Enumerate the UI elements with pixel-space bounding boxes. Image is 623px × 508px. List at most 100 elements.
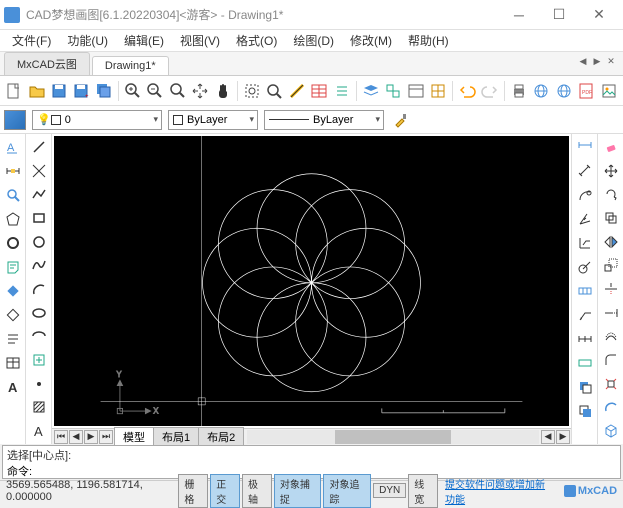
zoom-extents-button[interactable] [264, 79, 284, 103]
ellipse-arc-button[interactable] [28, 326, 50, 348]
zoom-out-button[interactable] [145, 79, 165, 103]
layout-tab-1[interactable]: 布局1 [153, 427, 199, 447]
polygon-tool-button[interactable] [2, 208, 24, 230]
pdf-button[interactable]: PDF [576, 79, 596, 103]
hscroll-left-button[interactable]: ◀ [541, 430, 555, 444]
status-ortho[interactable]: 正交 [210, 474, 240, 508]
copy-button[interactable] [600, 207, 622, 229]
move-button[interactable] [600, 160, 622, 182]
status-polar[interactable]: 极轴 [242, 474, 272, 508]
polyline-tool-button[interactable] [28, 183, 50, 205]
eraser-button[interactable] [600, 136, 622, 158]
circle-bold-button[interactable] [2, 232, 24, 254]
layer-swatch-icon[interactable] [4, 110, 26, 130]
grid-button[interactable] [428, 79, 448, 103]
match-properties-button[interactable] [390, 109, 412, 131]
canvas[interactable]: Y X [54, 136, 569, 426]
properties-button[interactable] [405, 79, 425, 103]
status-osnap[interactable]: 对象捕捉 [274, 474, 322, 508]
line-tool-button[interactable] [28, 136, 50, 158]
close-button[interactable]: ✕ [579, 0, 619, 30]
save-button[interactable] [49, 79, 69, 103]
new-file-button[interactable] [4, 79, 24, 103]
tab-prev-icon[interactable]: ◀ [577, 55, 589, 67]
mtext-tool-button[interactable]: A [28, 420, 50, 442]
trim-button[interactable] [600, 278, 622, 300]
menu-help[interactable]: 帮助(H) [400, 30, 457, 51]
menu-view[interactable]: 视图(V) [172, 30, 228, 51]
point-tool-button[interactable] [28, 373, 50, 395]
text-style-button[interactable]: A [2, 136, 24, 158]
layout-next-button[interactable]: ▶ [84, 430, 98, 444]
find-button[interactable] [2, 184, 24, 206]
maximize-button[interactable]: ☐ [539, 0, 579, 30]
menu-edit[interactable]: 编辑(E) [116, 30, 172, 51]
table2-button[interactable] [2, 352, 24, 374]
hatch-tool-button[interactable] [28, 397, 50, 419]
tab-close-icon[interactable]: ✕ [605, 55, 617, 67]
undo-button[interactable] [457, 79, 477, 103]
zoom-fit-button[interactable] [168, 79, 188, 103]
layer-combo[interactable]: 💡 0 [32, 110, 162, 130]
status-grid[interactable]: 栅格 [178, 474, 208, 508]
linetype-combo[interactable]: ByLayer [264, 110, 384, 130]
circle-tool-button[interactable] [28, 231, 50, 253]
menu-function[interactable]: 功能(U) [59, 30, 116, 51]
layout-tab-model[interactable]: 模型 [114, 427, 154, 447]
zoom-in-button[interactable] [123, 79, 143, 103]
construction-line-button[interactable] [28, 160, 50, 182]
offset-button[interactable] [600, 326, 622, 348]
3d-view-button[interactable] [600, 420, 622, 442]
diamond-outline-button[interactable] [2, 304, 24, 326]
layout-first-button[interactable]: ⏮ [54, 430, 68, 444]
feedback-link[interactable]: 提交软件问题或增加新功能 [440, 475, 557, 507]
dim-continue-button[interactable] [574, 328, 596, 350]
fillet-button[interactable] [600, 349, 622, 371]
h-scrollbar[interactable] [247, 430, 539, 444]
dim-tolerance-button[interactable] [574, 280, 596, 302]
dim-angular-button[interactable] [574, 208, 596, 230]
rotate-button[interactable] [600, 183, 622, 205]
redo-button[interactable] [480, 79, 500, 103]
web2-button[interactable] [554, 79, 574, 103]
spline-tool-button[interactable] [28, 254, 50, 276]
table-button[interactable] [309, 79, 329, 103]
dimension-button[interactable] [2, 160, 24, 182]
rectangle-tool-button[interactable] [28, 207, 50, 229]
tab-mxcad-cloud[interactable]: MxCAD云图 [4, 52, 90, 75]
save-all-button[interactable] [94, 79, 114, 103]
dim-linear-button[interactable] [574, 136, 596, 158]
single-text-button[interactable]: A [2, 376, 24, 398]
measure-button[interactable] [287, 79, 307, 103]
explode-button[interactable] [600, 373, 622, 395]
send-back-button[interactable] [574, 376, 596, 398]
hscroll-right-button[interactable]: ▶ [556, 430, 570, 444]
mirror-button[interactable] [600, 231, 622, 253]
layer-button[interactable] [361, 79, 381, 103]
style-note-button[interactable] [2, 256, 24, 278]
layout-prev-button[interactable]: ◀ [69, 430, 83, 444]
web-button[interactable] [531, 79, 551, 103]
dim-radius-button[interactable] [574, 256, 596, 278]
bring-front-button[interactable] [574, 400, 596, 422]
layout-last-button[interactable]: ⏭ [99, 430, 113, 444]
menu-modify[interactable]: 修改(M) [342, 30, 400, 51]
menu-file[interactable]: 文件(F) [4, 30, 59, 51]
minimize-button[interactable]: ─ [499, 0, 539, 30]
leader-button[interactable] [574, 304, 596, 326]
menu-draw[interactable]: 绘图(D) [285, 30, 342, 51]
ellipse-tool-button[interactable] [28, 302, 50, 324]
status-otrack[interactable]: 对象追踪 [323, 474, 371, 508]
list-button[interactable] [331, 79, 351, 103]
tab-drawing1[interactable]: Drawing1* [92, 56, 169, 75]
scale-button[interactable] [600, 254, 622, 276]
arc-tool-button[interactable] [28, 278, 50, 300]
block-button[interactable] [383, 79, 403, 103]
dim-aligned-button[interactable] [574, 160, 596, 182]
status-dyn[interactable]: DYN [373, 483, 406, 498]
image-button[interactable] [598, 79, 618, 103]
dim-ordinate-button[interactable] [574, 232, 596, 254]
layout-tab-2[interactable]: 布局2 [198, 427, 244, 447]
diamond-fill-button[interactable] [2, 280, 24, 302]
tab-next-icon[interactable]: ▶ [591, 55, 603, 67]
